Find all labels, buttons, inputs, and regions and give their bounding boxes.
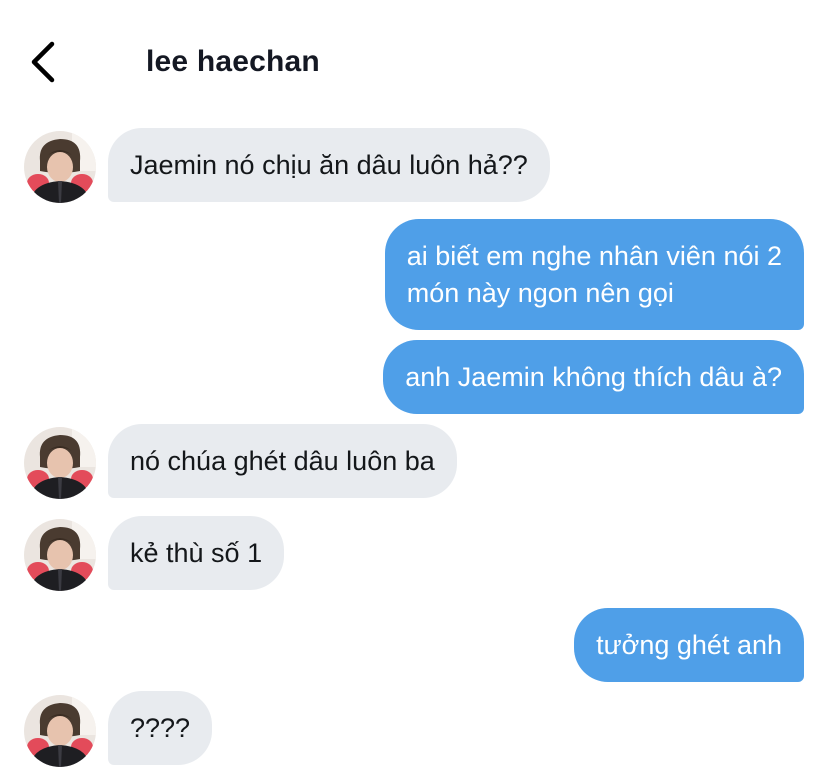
chat-header: lee haechan xyxy=(0,0,826,110)
message-bubble-incoming[interactable]: kẻ thù số 1 xyxy=(108,516,285,590)
message-bubble-outgoing[interactable]: ai biết em nghe nhân viên nói 2 món này … xyxy=(384,219,804,330)
message-bubble-incoming[interactable]: Jaemin nó chịu ăn dâu luôn hả?? xyxy=(108,128,550,202)
message-bubble-incoming[interactable]: nó chúa ghét dâu luôn ba xyxy=(108,424,457,498)
message-text: kẻ thù số 1 xyxy=(130,537,263,568)
message-text-line: món này ngon nên gọi xyxy=(406,278,674,308)
message-text: tưởng ghét anh xyxy=(596,629,782,660)
avatar[interactable] xyxy=(24,695,96,767)
message-text-line: ai biết em nghe nhân viên nói 2 xyxy=(406,241,782,271)
avatar[interactable] xyxy=(24,427,96,499)
back-button[interactable] xyxy=(22,38,66,86)
avatar[interactable] xyxy=(24,519,96,591)
message-text: ???? xyxy=(130,712,191,743)
avatar[interactable] xyxy=(24,131,96,203)
conversation-title: lee haechan xyxy=(146,45,320,78)
message-text: nó chúa ghét dâu luôn ba xyxy=(130,445,435,476)
message-text: anh Jaemin không thích dâu à? xyxy=(405,361,782,392)
message-bubble-incoming[interactable]: ???? xyxy=(108,691,213,765)
message-text: Jaemin nó chịu ăn dâu luôn hả?? xyxy=(130,149,528,180)
message-bubble-outgoing[interactable]: tưởng ghét anh xyxy=(574,608,804,682)
message-bubble-outgoing[interactable]: anh Jaemin không thích dâu à? xyxy=(383,340,804,414)
chevron-left-icon xyxy=(31,41,55,83)
